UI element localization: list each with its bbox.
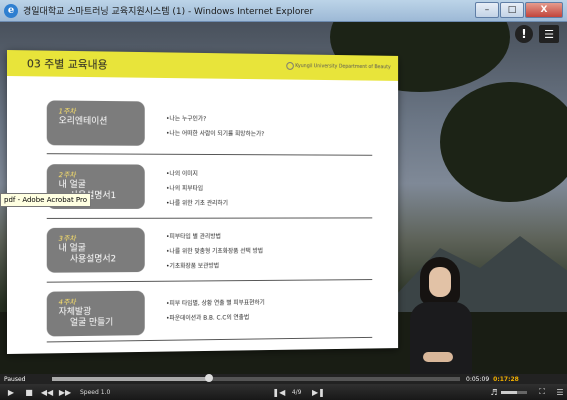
divider — [46, 153, 373, 156]
slide-title: 03 주별 교육내용 — [26, 57, 108, 72]
seek-handle[interactable] — [205, 374, 214, 382]
week-title: 오리엔테이션 — [58, 116, 108, 127]
minimize-button[interactable]: – — [475, 2, 499, 18]
taskbar-tooltip: pdf - Adobe Acrobat Pro — [0, 193, 92, 207]
menu-button[interactable]: ☰ — [539, 25, 559, 43]
bullet-item: 피부 타입별, 상황 연출 별 피부표현하기 — [166, 297, 264, 307]
playlist-icon[interactable]: ☰ — [553, 385, 567, 399]
player-top-controls: ! ☰ — [515, 25, 559, 43]
bullet-item: 파운데이션과 B.B. C.C의 연출법 — [166, 312, 265, 322]
window-buttons: – □ X — [475, 2, 563, 18]
stop-icon[interactable]: ■ — [22, 385, 36, 399]
play-icon[interactable]: ▶ — [4, 385, 18, 399]
week-bullets: 피부타입 별 관리방법 나를 위한 맞춤형 기초화장품 선택 방법 기초화장품 … — [166, 231, 263, 276]
bullet-item: 기초화장품 보관방법 — [166, 260, 263, 270]
page-indicator: 4/9 — [291, 388, 302, 396]
window-title: 경일대학교 스마트러닝 교육지원시스템 (1) - Windows Intern… — [23, 7, 314, 17]
bullet-item: 피부타입 별 관리방법 — [166, 231, 263, 240]
maximize-button[interactable]: □ — [500, 2, 524, 18]
close-button[interactable]: X — [525, 2, 563, 18]
divider — [46, 336, 373, 343]
playback-status: Paused — [4, 375, 26, 383]
bullet-item: 나의 피부타입 — [166, 183, 228, 192]
total-time: 0:17:28 — [493, 375, 519, 383]
progress-row: Paused 0:05:09 0:17:28 — [0, 374, 567, 384]
bullet-item: 나는 어떠한 사람이 되기를 희망하는가? — [166, 128, 264, 138]
seek-fill — [52, 377, 210, 381]
seal-icon — [285, 62, 294, 70]
elapsed-time: 0:05:09 — [466, 375, 490, 383]
week-title: 자체발광 얼굴 만들기 — [58, 307, 114, 329]
university-logo: Kyungil University Department of Beauty — [285, 62, 391, 71]
week-box: 3주차 내 얼굴 사용설명서2 — [46, 227, 145, 273]
week-box: 1주차 오리엔테이션 — [46, 100, 145, 146]
week-box: 4주차 자체발광 얼굴 만들기 — [46, 290, 145, 337]
window-titlebar: e 경일대학교 스마트러닝 교육지원시스템 (1) - Windows Inte… — [0, 0, 567, 22]
divider — [46, 217, 373, 219]
speed-label[interactable]: Speed 1.0 — [80, 389, 110, 396]
logo-text: Kyungil University Department of Beauty — [295, 63, 391, 71]
info-button[interactable]: ! — [515, 25, 533, 43]
time-display: 0:05:09 0:17:28 — [466, 376, 519, 383]
next-page-icon[interactable]: ▶❚ — [311, 385, 325, 399]
fast-forward-icon[interactable]: ▶▶ — [58, 385, 72, 399]
volume-icon[interactable]: ♬ — [487, 385, 501, 399]
volume-slider[interactable] — [501, 390, 528, 394]
week-title: 내 얼굴 사용설명서2 — [58, 243, 117, 265]
week-bullets: 나는 누구인가? 나는 어떠한 사람이 되기를 희망하는가? — [166, 113, 264, 143]
fullscreen-icon[interactable]: ⛶ — [535, 385, 549, 399]
tree-foliage — [440, 82, 567, 202]
week-bullets: 피부 타입별, 상황 연출 별 피부표현하기 파운데이션과 B.B. C.C의 … — [166, 297, 265, 327]
divider — [46, 279, 373, 283]
rewind-icon[interactable]: ◀◀ — [40, 385, 54, 399]
bullet-item: 나는 누구인가? — [166, 113, 264, 123]
bullet-item: 나의 이미지 — [166, 169, 228, 178]
bullet-item: 나를 위한 맞춤형 기초화장품 선택 방법 — [166, 246, 263, 255]
player-controls: ▶ ■ ◀◀ ▶▶ Speed 1.0 ❚◀ 4/9 ▶❚ ♬ ⛶ ☰ — [0, 384, 567, 400]
week-bullets: 나의 이미지 나의 피부타입 나를 위한 기초 관리하기 — [166, 169, 228, 213]
previous-page-icon[interactable]: ❚◀ — [272, 385, 286, 399]
ie-icon: e — [4, 3, 18, 18]
presenter — [405, 257, 480, 374]
week-number: 2주차 — [58, 171, 76, 180]
week-number: 3주차 — [58, 234, 76, 243]
seek-bar[interactable] — [52, 374, 460, 382]
bullet-item: 나를 위한 기초 관리하기 — [166, 198, 227, 207]
